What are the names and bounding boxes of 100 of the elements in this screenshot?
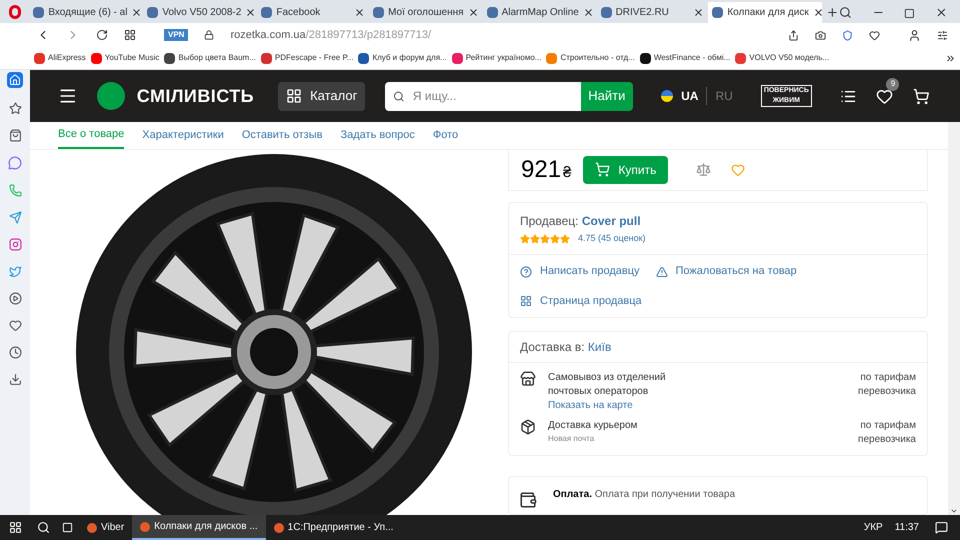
bookmark[interactable]: AliExpress xyxy=(34,52,86,64)
camera-icon[interactable] xyxy=(815,30,826,40)
messenger-icon[interactable] xyxy=(8,156,22,170)
bookmark-label: AliExpress xyxy=(48,52,86,64)
cart-icon[interactable] xyxy=(913,88,930,104)
star-icon[interactable] xyxy=(8,102,22,115)
lock-icon xyxy=(204,30,214,40)
close-icon[interactable] xyxy=(131,7,142,18)
tab-title: DRIVE2.RU xyxy=(616,6,670,20)
home-icon[interactable] xyxy=(7,72,23,88)
search-icon[interactable] xyxy=(37,521,50,534)
browser-tab[interactable]: Мої оголошення xyxy=(369,2,483,23)
instagram-icon[interactable] xyxy=(8,238,22,251)
language-indicator[interactable]: УКР xyxy=(864,520,883,535)
product-tab[interactable]: Характеристики xyxy=(142,122,224,149)
new-tab-icon[interactable] xyxy=(826,6,840,19)
browser-tab[interactable]: Входящие (6) - al xyxy=(29,2,144,23)
close-icon[interactable] xyxy=(693,7,704,18)
seller-link[interactable]: Написать продавцу xyxy=(520,263,640,280)
wishlist-icon[interactable] xyxy=(876,88,894,104)
restore-icon[interactable] xyxy=(904,8,916,19)
site-icon xyxy=(33,7,44,18)
notifications-icon[interactable] xyxy=(935,521,948,534)
browser-tab[interactable]: Колпаки для диск xyxy=(708,2,822,23)
close-icon[interactable] xyxy=(468,7,479,18)
taskbar-app[interactable]: 1С:Предприятие - Уп... xyxy=(266,515,402,540)
share-icon[interactable] xyxy=(788,30,799,40)
grid-icon xyxy=(286,88,302,104)
task-view-icon[interactable] xyxy=(62,522,73,533)
bookmark[interactable]: WestFinance - обмі... xyxy=(640,52,730,64)
bookmark-label: Строительно - отд... xyxy=(560,52,635,64)
bookmark[interactable]: PDFescape - Free P... xyxy=(260,52,354,64)
bookmark[interactable]: Выбор цвета Baum... xyxy=(164,52,256,64)
flag-icon xyxy=(661,90,674,102)
history-icon[interactable] xyxy=(8,346,22,359)
heart-icon[interactable] xyxy=(869,30,880,40)
close-icon[interactable] xyxy=(812,7,824,18)
url-text[interactable]: rozetka.com.ua/281897713/p281897713/ xyxy=(230,26,432,44)
payment-text: Оплата. Оплата при получении товара xyxy=(553,488,736,502)
logo-icon xyxy=(97,82,125,110)
close-icon[interactable] xyxy=(582,7,594,18)
telegram-icon[interactable] xyxy=(8,211,22,224)
delivery-price: по тарифам перевозчика xyxy=(857,419,916,448)
browser-tab[interactable]: AlarmMap Online xyxy=(482,2,597,23)
tab-title: Facebook xyxy=(276,6,322,20)
app-icon xyxy=(87,522,97,532)
start-icon[interactable] xyxy=(9,521,22,534)
language-link[interactable]: RU xyxy=(706,87,733,105)
bookmark[interactable]: Рейтинг україномо... xyxy=(452,52,542,64)
delivery-city[interactable]: Доставка в: Київ xyxy=(520,340,612,354)
seller-link-text[interactable]: Написать продавцу xyxy=(540,263,640,280)
shield-icon[interactable] xyxy=(842,30,853,40)
site-logo[interactable]: СМІЛИВІСТЬ xyxy=(136,82,254,110)
close-icon[interactable] xyxy=(935,6,948,19)
twitter-icon[interactable] xyxy=(8,265,22,278)
grid-icon[interactable] xyxy=(124,29,136,41)
bookmark[interactable]: Клуб и форум для... xyxy=(358,52,447,64)
product-tab[interactable]: Фото xyxy=(432,122,458,149)
user-icon[interactable] xyxy=(908,28,921,42)
scrollbar[interactable] xyxy=(948,122,960,515)
browser-tab[interactable]: DRIVE2.RU xyxy=(596,2,708,23)
bookmark[interactable]: Строительно - отд... xyxy=(546,52,635,64)
product-tab[interactable]: Задать вопрос xyxy=(340,122,415,149)
taskbar-app[interactable]: Колпаки для дисков ... xyxy=(132,515,266,540)
bag-icon[interactable] xyxy=(8,129,22,142)
compare-icon[interactable] xyxy=(696,162,712,178)
reload-icon[interactable] xyxy=(96,29,108,41)
more-bookmarks-icon[interactable] xyxy=(945,52,956,64)
price: 921₴ xyxy=(521,154,572,185)
seller-link[interactable]: Страница продавца xyxy=(520,292,642,310)
search-icon[interactable] xyxy=(839,6,852,19)
map-link[interactable]: Показать на карте xyxy=(548,399,698,414)
site-icon xyxy=(712,7,724,18)
rating-text[interactable]: 4.75 (45 оценок) xyxy=(578,232,646,246)
app-icon xyxy=(274,522,284,532)
site-icon xyxy=(600,7,612,18)
bookmark[interactable]: YouTube Music xyxy=(90,52,160,64)
catalog-button[interactable]: Каталог xyxy=(278,82,366,110)
language-link[interactable]: UA xyxy=(681,87,698,105)
close-icon[interactable] xyxy=(245,7,256,18)
settings-icon[interactable] xyxy=(937,30,948,40)
vpn-badge[interactable]: VPN xyxy=(164,29,188,41)
grid-icon xyxy=(520,295,532,308)
app-icon xyxy=(140,522,150,532)
search-input[interactable]: Я ищу... xyxy=(412,87,573,105)
browser-tab[interactable]: Volvo V50 2008-2 xyxy=(143,2,258,23)
heart-icon[interactable] xyxy=(8,319,22,332)
close-icon[interactable] xyxy=(354,7,366,18)
download-icon[interactable] xyxy=(8,373,22,386)
scroll-down-icon[interactable] xyxy=(950,507,958,515)
tab-title: Volvo V50 2008-2 xyxy=(162,6,242,20)
browser-tab[interactable]: Facebook xyxy=(257,2,370,23)
taskbar-app[interactable]: Viber xyxy=(79,515,132,540)
product-tab[interactable]: Оставить отзыв xyxy=(242,122,322,149)
search-field[interactable]: Я ищу... xyxy=(385,82,581,110)
clock[interactable]: 11:37 xyxy=(894,520,919,535)
seller-link-text[interactable]: Страница продавца xyxy=(540,292,642,310)
bookmark-label: YouTube Music xyxy=(104,52,160,64)
search-icon xyxy=(393,90,405,102)
player-icon[interactable] xyxy=(8,292,22,305)
